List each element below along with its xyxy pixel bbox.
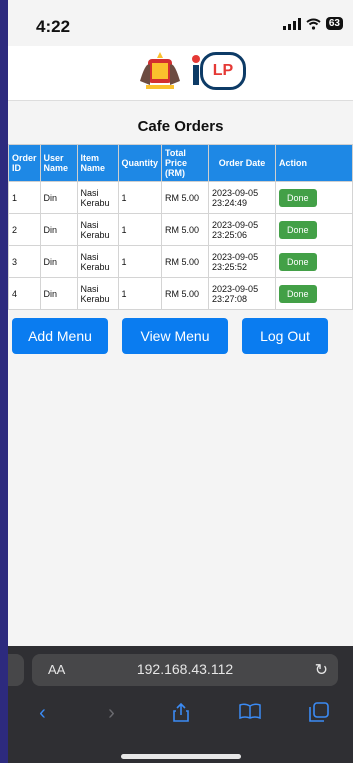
cell-user-name: Din bbox=[39, 181, 78, 214]
crest-logo bbox=[140, 52, 180, 89]
phone-screen: 4:22 63 LP Cafe Orders Order ID User Nam… bbox=[8, 0, 353, 763]
col-order-date: Order Date bbox=[208, 144, 277, 182]
cell-quantity: 1 bbox=[117, 245, 163, 278]
signal-icon bbox=[282, 17, 301, 30]
bookmarks-icon[interactable] bbox=[230, 702, 270, 728]
table-header-row: Order ID User Name Item Name Quantity To… bbox=[8, 144, 353, 182]
cell-item-name: Nasi Kerabu bbox=[76, 213, 119, 246]
cell-action: Done bbox=[275, 181, 353, 214]
cell-total-price: RM 5.00 bbox=[161, 277, 210, 310]
status-bar: 4:22 63 bbox=[8, 0, 353, 46]
reload-icon[interactable]: ↻ bbox=[315, 660, 328, 680]
orders-table: Order ID User Name Item Name Quantity To… bbox=[8, 144, 353, 310]
cell-item-name: Nasi Kerabu bbox=[76, 277, 119, 310]
cell-order-date: 2023-09-05 23:27:08 bbox=[208, 277, 277, 310]
cell-user-name: Din bbox=[39, 213, 78, 246]
cell-quantity: 1 bbox=[117, 181, 163, 214]
col-action: Action bbox=[275, 144, 353, 182]
share-icon[interactable] bbox=[161, 702, 201, 728]
done-button[interactable]: Done bbox=[279, 284, 317, 303]
col-item-name: Item Name bbox=[76, 144, 119, 182]
browser-nav: ‹ › bbox=[8, 702, 353, 728]
forward-icon[interactable]: › bbox=[92, 702, 132, 728]
cell-order-date: 2023-09-05 23:25:52 bbox=[208, 245, 277, 278]
cell-item-name: Nasi Kerabu bbox=[76, 245, 119, 278]
view-menu-button[interactable]: View Menu bbox=[122, 318, 228, 354]
wifi-icon bbox=[306, 18, 321, 30]
col-quantity: Quantity bbox=[117, 144, 163, 182]
cell-order-date: 2023-09-05 23:25:06 bbox=[208, 213, 277, 246]
cell-total-price: RM 5.00 bbox=[161, 245, 210, 278]
table-row: 4 Din Nasi Kerabu 1 RM 5.00 2023-09-05 2… bbox=[8, 277, 353, 310]
done-button[interactable]: Done bbox=[279, 188, 317, 207]
add-menu-button[interactable]: Add Menu bbox=[12, 318, 108, 354]
status-icons: 63 bbox=[282, 17, 343, 30]
cell-user-name: Din bbox=[39, 277, 78, 310]
page-header: LP bbox=[8, 46, 353, 101]
cell-action: Done bbox=[275, 245, 353, 278]
address-text: 192.168.43.112 bbox=[136, 661, 234, 677]
cell-order-id: 1 bbox=[8, 181, 41, 214]
cell-quantity: 1 bbox=[117, 277, 163, 310]
table-row: 2 Din Nasi Kerabu 1 RM 5.00 2023-09-05 2… bbox=[8, 213, 353, 246]
done-button[interactable]: Done bbox=[279, 220, 317, 239]
table-row: 1 Din Nasi Kerabu 1 RM 5.00 2023-09-05 2… bbox=[8, 181, 353, 214]
cell-order-id: 3 bbox=[8, 245, 41, 278]
address-bar[interactable]: AA 192.168.43.112 ↻ bbox=[32, 654, 338, 686]
col-user-name: User Name bbox=[39, 144, 78, 182]
status-time: 4:22 bbox=[36, 17, 71, 36]
log-out-button[interactable]: Log Out bbox=[242, 318, 328, 354]
battery-icon: 63 bbox=[325, 17, 343, 30]
cell-order-date: 2023-09-05 23:24:49 bbox=[208, 181, 277, 214]
action-buttons: Add Menu View Menu Log Out bbox=[12, 318, 328, 354]
col-order-id: Order ID bbox=[8, 144, 41, 182]
cell-total-price: RM 5.00 bbox=[161, 181, 210, 214]
cell-user-name: Din bbox=[39, 245, 78, 278]
logo-group: LP bbox=[138, 51, 246, 91]
web-content: LP Cafe Orders Order ID User Name Item N… bbox=[8, 46, 353, 646]
browser-toolbar: AA 192.168.43.112 ↻ ‹ › bbox=[8, 646, 353, 763]
ilp-logo: LP bbox=[190, 52, 246, 90]
cell-action: Done bbox=[275, 213, 353, 246]
cell-item-name: Nasi Kerabu bbox=[76, 181, 119, 214]
ilp-logo-text: LP bbox=[212, 62, 234, 79]
page-title: Cafe Orders bbox=[137, 118, 224, 135]
tabs-icon[interactable] bbox=[299, 702, 339, 728]
done-button[interactable]: Done bbox=[279, 252, 317, 271]
cell-order-id: 4 bbox=[8, 277, 41, 310]
col-total-price: Total Price (RM) bbox=[161, 144, 210, 182]
home-indicator[interactable] bbox=[121, 754, 241, 759]
back-icon[interactable]: ‹ bbox=[23, 702, 63, 728]
cell-action: Done bbox=[275, 277, 353, 310]
previous-tab-preview[interactable] bbox=[8, 654, 24, 686]
table-row: 3 Din Nasi Kerabu 1 RM 5.00 2023-09-05 2… bbox=[8, 245, 353, 278]
cell-quantity: 1 bbox=[117, 213, 163, 246]
cell-order-id: 2 bbox=[8, 213, 41, 246]
cell-total-price: RM 5.00 bbox=[161, 213, 210, 246]
